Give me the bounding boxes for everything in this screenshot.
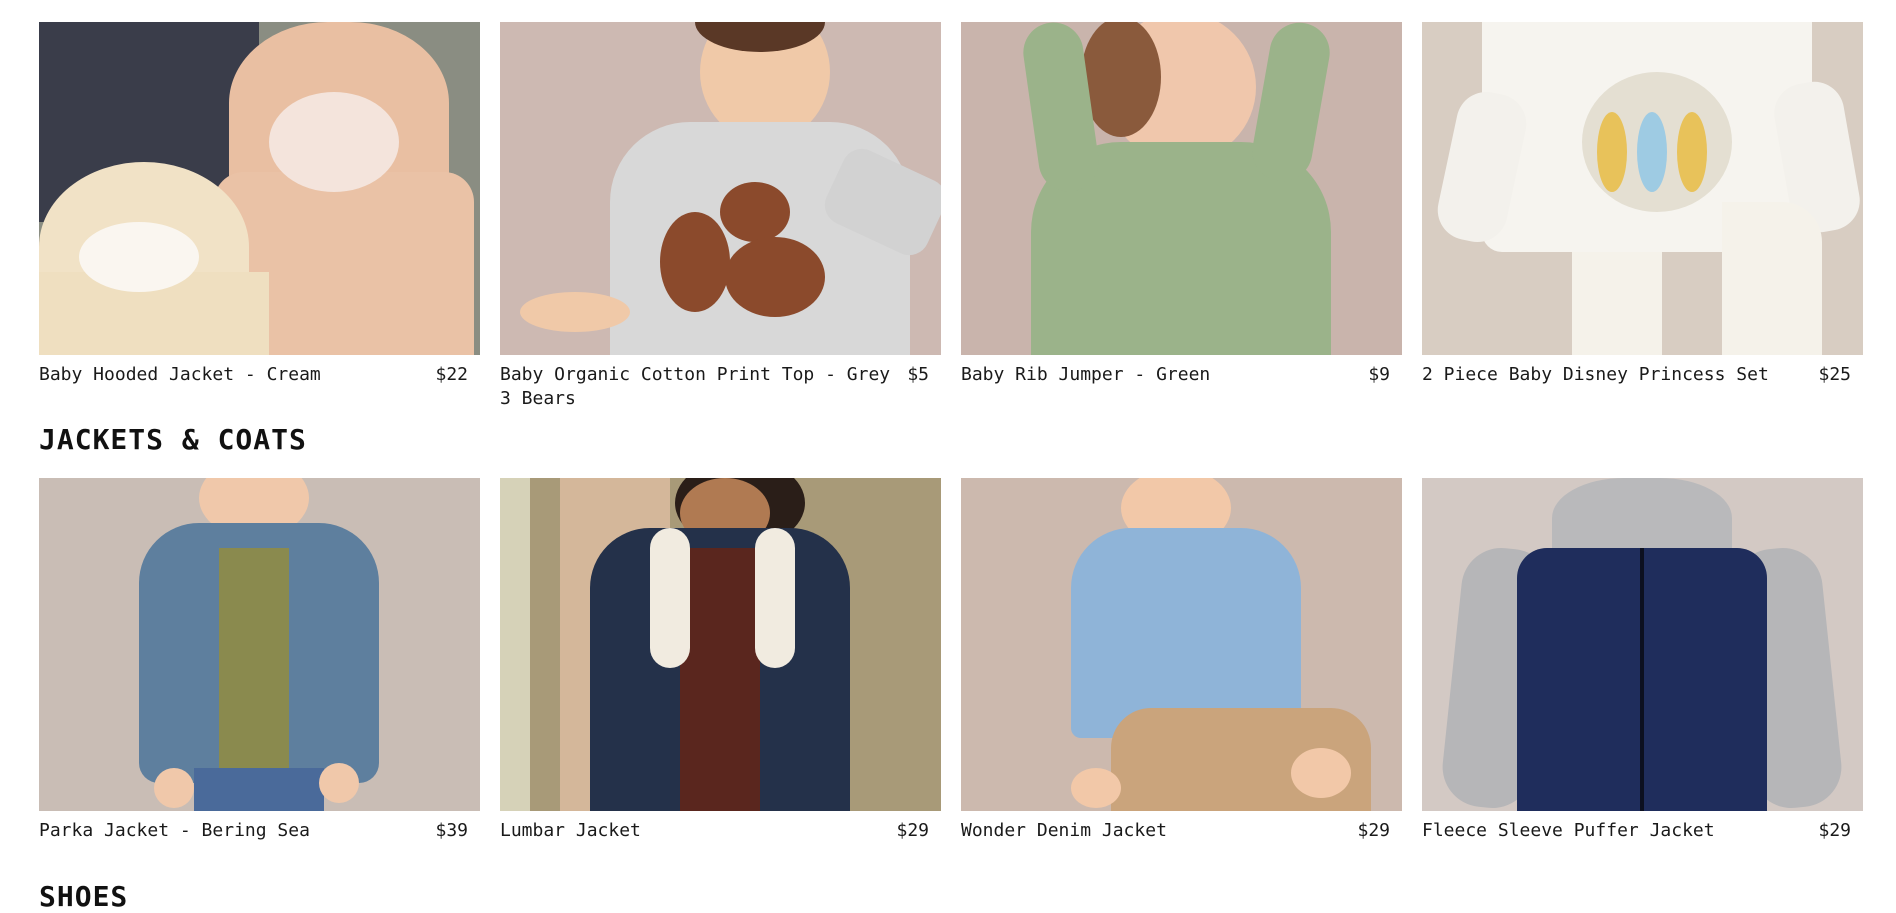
product-image[interactable] bbox=[500, 22, 941, 355]
product-price: $22 bbox=[435, 364, 468, 385]
product-name[interactable]: Baby Hooded Jacket - Cream bbox=[39, 363, 321, 387]
product-price: $9 bbox=[1368, 364, 1390, 385]
product-card[interactable]: Wonder Denim Jacket $29 bbox=[961, 478, 1402, 843]
product-card[interactable]: Baby Organic Cotton Print Top - Grey 3 B… bbox=[500, 22, 941, 411]
product-price: $25 bbox=[1818, 364, 1851, 385]
product-card[interactable]: Parka Jacket - Bering Sea $39 bbox=[39, 478, 480, 843]
product-image[interactable] bbox=[1422, 22, 1863, 355]
product-image[interactable] bbox=[39, 478, 480, 811]
product-name[interactable]: Lumbar Jacket bbox=[500, 819, 641, 843]
product-price: $39 bbox=[435, 820, 468, 841]
product-name[interactable]: Baby Rib Jumper - Green bbox=[961, 363, 1210, 387]
product-image[interactable] bbox=[39, 22, 480, 355]
product-grid-jackets: Parka Jacket - Bering Sea $39 Lumbar Jac… bbox=[39, 478, 1863, 843]
product-card[interactable]: Baby Hooded Jacket - Cream $22 bbox=[39, 22, 480, 411]
product-image[interactable] bbox=[961, 22, 1402, 355]
section-title-jackets: JACKETS & COATS bbox=[39, 423, 307, 456]
product-name[interactable]: Baby Organic Cotton Print Top - Grey 3 B… bbox=[500, 363, 900, 411]
product-image[interactable] bbox=[500, 478, 941, 811]
product-card[interactable]: Baby Rib Jumper - Green $9 bbox=[961, 22, 1402, 411]
product-card[interactable]: Fleece Sleeve Puffer Jacket $29 bbox=[1422, 478, 1863, 843]
product-card[interactable]: Lumbar Jacket $29 bbox=[500, 478, 941, 843]
product-price: $29 bbox=[1818, 820, 1851, 841]
product-image[interactable] bbox=[961, 478, 1402, 811]
product-name[interactable]: Wonder Denim Jacket bbox=[961, 819, 1167, 843]
section-title-shoes: SHOES bbox=[39, 880, 129, 913]
product-image[interactable] bbox=[1422, 478, 1863, 811]
product-price: $29 bbox=[896, 820, 929, 841]
product-price: $29 bbox=[1357, 820, 1390, 841]
product-grid-baby: Baby Hooded Jacket - Cream $22 Baby Orga… bbox=[39, 22, 1863, 411]
product-price: $5 bbox=[907, 364, 929, 385]
product-name[interactable]: 2 Piece Baby Disney Princess Set bbox=[1422, 363, 1769, 387]
product-name[interactable]: Parka Jacket - Bering Sea bbox=[39, 819, 310, 843]
product-name[interactable]: Fleece Sleeve Puffer Jacket bbox=[1422, 819, 1715, 843]
product-card[interactable]: 2 Piece Baby Disney Princess Set $25 bbox=[1422, 22, 1863, 411]
